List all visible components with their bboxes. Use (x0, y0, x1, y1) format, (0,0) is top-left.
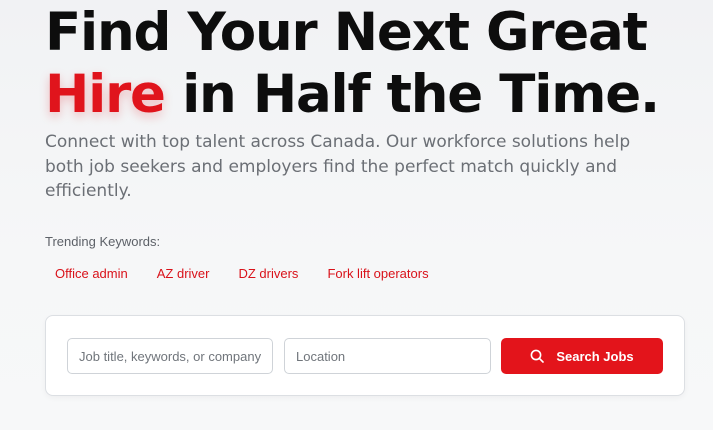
trending-keywords-list: Office admin AZ driver DZ drivers Fork l… (45, 259, 448, 288)
search-jobs-button[interactable]: Search Jobs (501, 338, 663, 374)
headline-accent-word: Hire (45, 64, 166, 125)
hero-subtitle: Connect with top talent across Canada. O… (45, 132, 631, 201)
trending-keywords-label: Trending Keywords: (45, 234, 161, 249)
headline-line-2-rest: in Half the Time. (164, 64, 660, 125)
hero-headline: Find Your Next Great Hire in Half the Ti… (45, 2, 660, 126)
location-input[interactable] (284, 338, 491, 374)
keyword-office-admin[interactable]: Office admin (45, 259, 138, 288)
keywords-input[interactable] (67, 338, 273, 374)
keyword-dz-drivers[interactable]: DZ drivers (228, 259, 308, 288)
search-icon (530, 349, 545, 363)
keyword-fork-lift-operators[interactable]: Fork lift operators (317, 259, 438, 288)
headline-line-1: Find Your Next Great (45, 2, 648, 63)
search-jobs-button-label: Search Jobs (556, 348, 634, 364)
keyword-az-driver[interactable]: AZ driver (147, 259, 220, 288)
hero-section: Find Your Next Great Hire in Half the Ti… (0, 0, 713, 430)
job-search-card: Search Jobs (45, 315, 685, 396)
